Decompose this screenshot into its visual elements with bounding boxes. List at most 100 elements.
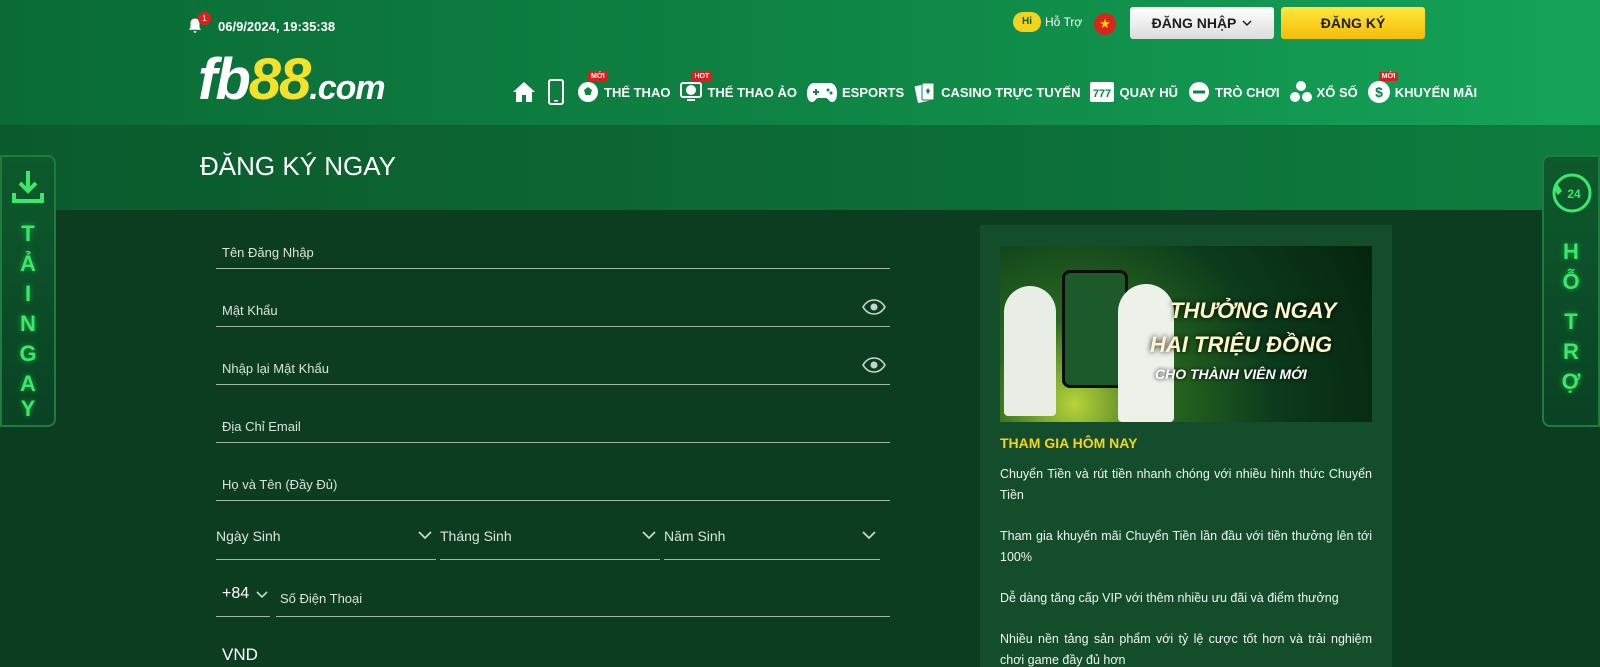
benefit-text: Chuyển Tiền và rút tiền nhanh chóng với … (1000, 467, 1372, 502)
password-field[interactable]: Mật Khẩu (216, 281, 890, 327)
player-image (1004, 286, 1056, 416)
game-icon (1187, 80, 1211, 104)
nav-lottery[interactable]: XỔ SỐ (1289, 80, 1358, 104)
register-label: ĐĂNG KÝ (1320, 15, 1386, 31)
banner-line-3: CHO THÀNH VIÊN MỚI (1155, 366, 1307, 382)
nav-esports[interactable]: ESPORTS (806, 80, 904, 104)
support-tab[interactable]: 24 H Ỗ T R Ợ (1542, 155, 1600, 427)
support-24-badge: 24 (1567, 187, 1581, 201)
nav-slots-label: QUAY HŨ (1119, 84, 1179, 100)
page-title: ĐĂNG KÝ NGAY (200, 151, 397, 181)
support-24-icon: 24 (1552, 173, 1592, 213)
phone-code-value: +84 (222, 585, 250, 602)
tab-letter: H (1563, 239, 1579, 264)
svg-text:777: 777 (1093, 88, 1111, 100)
tab-letter: R (1563, 339, 1579, 364)
birth-month-select[interactable]: Tháng Sinh (440, 516, 660, 560)
nav-sports[interactable]: MỚI THỂ THAO (576, 72, 671, 104)
nav-esports-label: ESPORTS (842, 84, 905, 100)
nav-promotions[interactable]: $ MỚI KHUYẾN MÃI (1367, 72, 1478, 104)
nav-games[interactable]: TRÒ CHƠI (1187, 80, 1280, 104)
vietnam-flag-icon[interactable]: ★ (1094, 13, 1116, 35)
join-today-title: THAM GIA HÔM NAY (1000, 435, 1138, 451)
chevron-down-icon (862, 531, 876, 540)
username-field[interactable]: Tên Đăng Nhập (216, 223, 890, 269)
slot-777-icon: 777 (1089, 80, 1115, 104)
chevron-down-icon (256, 591, 268, 599)
eye-icon[interactable] (862, 357, 886, 373)
tab-letter: T (21, 221, 35, 246)
birth-year-select[interactable]: Năm Sinh (664, 516, 880, 560)
login-label: ĐĂNG NHẬP (1151, 15, 1237, 31)
download-now-tab[interactable]: T Ả I N G A Y (0, 155, 56, 427)
nav-home[interactable] (512, 80, 536, 104)
register-button[interactable]: ĐĂNG KÝ (1281, 7, 1425, 39)
new-badge: MỚI (588, 72, 608, 81)
mobile-phone-icon (548, 79, 564, 105)
password-placeholder: Mật Khẩu (222, 303, 278, 318)
benefit-text: Tham gia khuyến mãi Chuyển Tiền lần đầu … (1000, 529, 1372, 564)
nav-promotions-label: KHUYẾN MÃI (1394, 84, 1478, 100)
birth-day-label: Ngày Sinh (216, 528, 281, 544)
benefit-text: Nhiều nền tảng sản phẩm với tỷ lệ cược t… (1000, 632, 1372, 667)
nav-sports-label: THỂ THAO (604, 84, 671, 100)
birth-year-label: Năm Sinh (664, 528, 726, 544)
tab-letter: T (1564, 309, 1578, 334)
gamepad-icon (806, 80, 838, 104)
chevron-down-icon (642, 531, 656, 540)
lottery-balls-icon (1289, 80, 1313, 104)
confirm-password-field[interactable]: Nhập lại Mật Khẩu (216, 339, 890, 385)
nav-casino-label: CASINO TRỰC TUYẾN (941, 84, 1081, 100)
logo-fb: fb (198, 47, 251, 112)
tab-letter: Y (20, 396, 36, 421)
birth-day-select[interactable]: Ngày Sinh (216, 516, 436, 560)
site-logo[interactable]: fb88.com (198, 47, 386, 118)
phone-placeholder: Số Điện Thoại (280, 591, 363, 606)
username-placeholder: Tên Đăng Nhập (222, 245, 314, 260)
hot-badge: HOT (691, 72, 713, 81)
download-icon (12, 171, 44, 203)
email-placeholder: Địa Chỉ Email (222, 419, 301, 434)
phone-field[interactable]: Số Điện Thoại (276, 577, 890, 617)
banner-line-2: HAI TRIỆU ĐỒNG (1150, 332, 1333, 357)
top-header: 1 06/9/2024, 19:35:38 Hi Hỗ Trợ ★ ĐĂNG N… (0, 0, 1600, 125)
logo-88: 88 (248, 47, 311, 112)
tab-letter: Ợ (1561, 369, 1581, 394)
confirm-password-placeholder: Nhập lại Mật Khẩu (222, 361, 329, 376)
email-field[interactable]: Địa Chỉ Email (216, 397, 890, 443)
chevron-down-icon (1242, 19, 1252, 26)
soccer-ball-icon (576, 80, 600, 104)
current-datetime: 06/9/2024, 19:35:38 (218, 19, 336, 34)
promo-banner[interactable]: THƯỞNG NGAY HAI TRIỆU ĐỒNG CHO THÀNH VIÊ… (1000, 246, 1372, 422)
chat-bubble-icon: Hi (1013, 12, 1041, 32)
nav-virtual-sports[interactable]: HOT THỂ THAO ẢO (679, 72, 798, 104)
nav-casino[interactable]: CASINO TRỰC TUYẾN (913, 80, 1080, 104)
nav-virtual-sports-label: THỂ THAO ẢO (707, 84, 798, 100)
fullname-field[interactable]: Họ và Tên (Đầy Đủ) (216, 455, 890, 501)
tab-letter: I (24, 281, 32, 306)
fullname-placeholder: Họ và Tên (Đầy Đủ) (222, 477, 338, 492)
chevron-down-icon (418, 531, 432, 540)
login-button[interactable]: ĐĂNG NHẬP (1130, 7, 1274, 39)
currency-value[interactable]: VND (222, 645, 258, 665)
phone-code-select[interactable]: +84 (216, 577, 270, 617)
nav-slots[interactable]: 777 QUAY HŨ (1089, 80, 1178, 104)
nav-mobile[interactable] (548, 79, 564, 105)
svg-text:$: $ (1375, 84, 1383, 100)
support-label: Hỗ Trợ (1045, 15, 1083, 29)
tab-letter: Ỗ (1562, 269, 1580, 294)
logo-com: .com (309, 69, 385, 107)
virtual-sports-icon (679, 80, 703, 104)
nav-games-label: TRÒ CHƠI (1215, 84, 1280, 100)
notification-badge: 1 (198, 12, 211, 25)
new-badge: MỚI (1378, 72, 1399, 81)
tab-letter: Ả (20, 251, 36, 276)
main-nav: MỚI THỂ THAO HOT THỂ THAO ẢO ESPORTS CAS… (512, 72, 1486, 108)
eye-icon[interactable] (862, 299, 886, 315)
support-link[interactable]: Hi Hỗ Trợ (1013, 12, 1082, 32)
tab-letter: N (20, 311, 36, 336)
nav-lottery-label: XỔ SỐ (1316, 84, 1358, 100)
birth-month-label: Tháng Sinh (440, 528, 512, 544)
banner-line-1: THƯỞNG NGAY (1170, 298, 1337, 323)
home-icon (513, 82, 535, 102)
